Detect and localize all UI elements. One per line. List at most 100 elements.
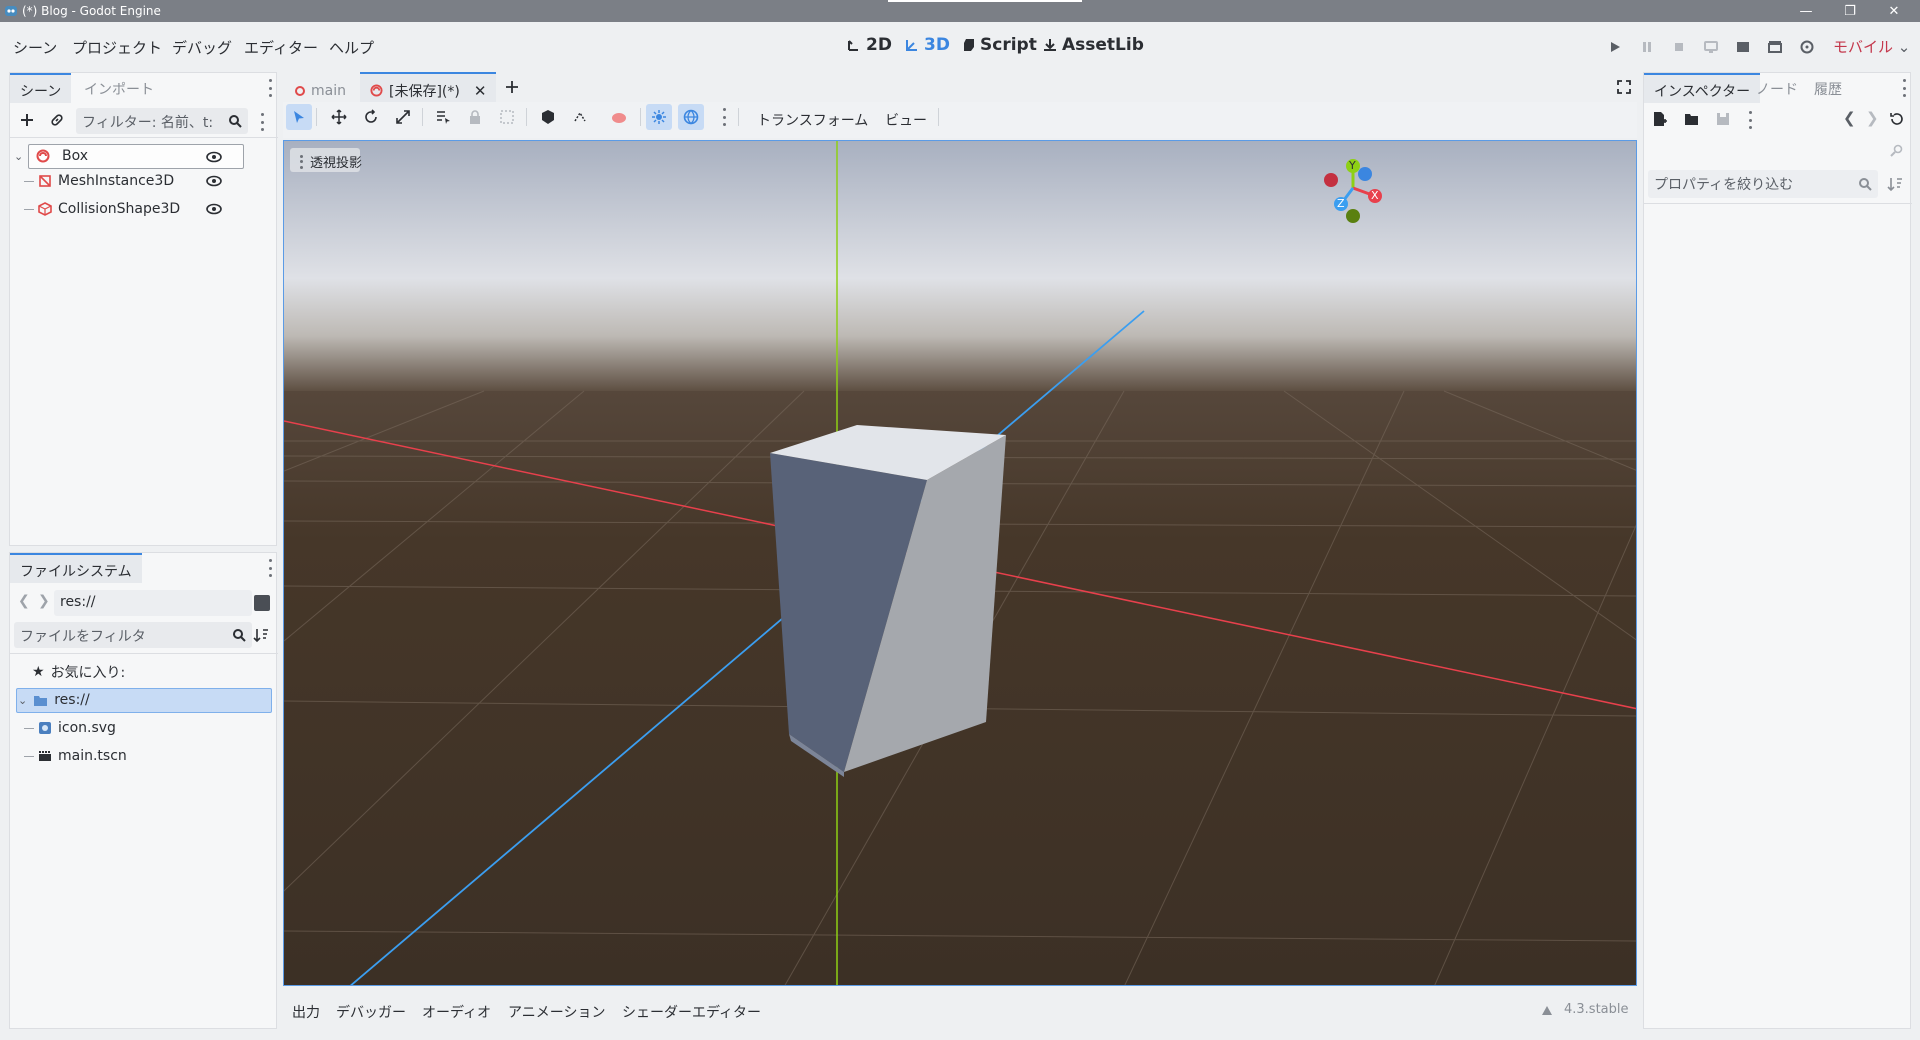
file-filter-input[interactable]: ファイルをフィルタ — [14, 622, 252, 648]
menu-scene[interactable]: シーン — [13, 37, 57, 58]
preview-environment-button[interactable] — [678, 104, 704, 130]
chevron-down-icon[interactable]: ⌄ — [14, 150, 23, 163]
bottom-tab-audio[interactable]: オーディオ — [422, 1002, 491, 1022]
divider — [1644, 203, 1912, 204]
scene-tab-main[interactable]: main — [283, 72, 356, 102]
run-current-scene-button[interactable] — [1733, 37, 1753, 57]
instantiate-scene-button[interactable] — [46, 109, 68, 131]
scene-dock-tabs: シーン インポート — [10, 73, 276, 103]
scene-dock-menu-icon[interactable] — [267, 79, 273, 97]
group-button[interactable] — [494, 104, 520, 130]
box-mesh[interactable] — [770, 425, 1006, 777]
lock-button[interactable] — [462, 104, 488, 130]
resource-options-icon[interactable] — [1747, 111, 1753, 129]
bottom-tab-animation[interactable]: アニメーション — [508, 1002, 605, 1022]
tab-scene[interactable]: シーン — [10, 73, 72, 103]
transform-menu[interactable]: トランスフォーム — [757, 110, 868, 130]
favorites-row[interactable]: ★ お気に入り: — [32, 660, 125, 684]
add-node-button[interactable] — [16, 109, 38, 131]
res-root-row[interactable]: ⌄ res:// — [18, 688, 90, 712]
path-field[interactable]: res:// — [54, 590, 252, 616]
inspector-dock-menu-icon[interactable] — [1901, 79, 1907, 97]
file-row-main-tscn[interactable]: main.tscn — [24, 744, 127, 768]
visibility-eye-icon[interactable] — [206, 175, 222, 187]
object-history-icon[interactable] — [1889, 111, 1905, 127]
select-tool-button[interactable] — [286, 104, 312, 130]
chevron-down-icon[interactable]: ⌄ — [18, 694, 27, 707]
tools-icon[interactable] — [1889, 143, 1905, 159]
play-button[interactable] — [1605, 37, 1625, 57]
workspace-script-button[interactable]: Script — [962, 35, 1037, 55]
pause-button[interactable] — [1637, 37, 1657, 57]
tab-filesystem[interactable]: ファイルシステム — [10, 553, 142, 583]
minimize-button[interactable]: — — [1784, 0, 1828, 22]
bottom-tab-output[interactable]: 出力 — [292, 1002, 320, 1022]
notification-bell-icon[interactable] — [1540, 1004, 1554, 1018]
close-window-button[interactable]: ✕ — [1872, 0, 1916, 22]
maximize-button[interactable]: ❐ — [1828, 0, 1872, 22]
bottom-tab-shader-editor[interactable]: シェーダーエディター — [622, 1002, 761, 1022]
close-icon[interactable]: ✕ — [474, 82, 487, 100]
toggle-split-icon[interactable] — [254, 595, 270, 611]
scale-tool-button[interactable] — [390, 104, 416, 130]
tab-import[interactable]: インポート — [74, 73, 164, 103]
file-main-tscn-label: main.tscn — [58, 748, 127, 764]
window-titlebar: (*) Blog - Godot Engine — ❐ ✕ — [0, 0, 1920, 22]
property-filter-placeholder: プロパティを絞り込む — [1654, 177, 1794, 193]
bottom-panel-bar: 出力 デバッガー オーディオ アニメーション シェーダーエディター 4.3.st… — [283, 990, 1637, 1030]
property-filter-input[interactable]: プロパティを絞り込む — [1648, 170, 1878, 198]
run-custom-scene-button[interactable] — [1765, 37, 1785, 57]
tab-inspector[interactable]: インスペクター — [1644, 73, 1761, 103]
distraction-free-icon[interactable] — [1617, 80, 1631, 94]
menu-editor[interactable]: エディター — [244, 37, 318, 58]
tree-guide-line — [24, 180, 34, 182]
toolbar-separator — [316, 108, 317, 126]
snap-button[interactable] — [567, 104, 593, 130]
environment-options-icon[interactable] — [721, 108, 727, 126]
stop-button[interactable] — [1669, 37, 1689, 57]
filesystem-dock-menu-icon[interactable] — [267, 559, 273, 577]
file-row-icon-svg[interactable]: icon.svg — [24, 716, 116, 740]
preview-sun-button[interactable] — [606, 104, 632, 130]
tab-history[interactable]: 履歴 — [1804, 73, 1852, 103]
new-resource-icon[interactable] — [1652, 111, 1668, 127]
list-select-button[interactable] — [430, 104, 456, 130]
scene-filter-input[interactable]: フィルター: 名前、t: — [76, 108, 248, 134]
history-forward-button[interactable]: ❯ — [1866, 109, 1879, 127]
workspace-assetlib-button[interactable]: AssetLib — [1042, 35, 1144, 55]
workspace-2d-button[interactable]: 2D — [846, 35, 892, 55]
save-icon[interactable] — [1716, 112, 1730, 126]
projection-label-wrap[interactable]: 透視投影 — [298, 152, 362, 171]
scene-tab-unsaved[interactable]: [未保存](*) ✕ — [360, 72, 496, 102]
ruler-button[interactable] — [535, 104, 561, 130]
inspector-sort-icon[interactable] — [1887, 176, 1903, 192]
search-icon — [229, 115, 242, 128]
renderer-select[interactable]: モバイル ⌄ — [1833, 36, 1910, 57]
movie-maker-button[interactable] — [1797, 37, 1817, 57]
menu-project[interactable]: プロジェクト — [72, 37, 162, 58]
history-back-button[interactable]: ❮ — [1843, 109, 1856, 127]
open-folder-icon[interactable] — [1684, 112, 1700, 126]
nav-forward-button[interactable]: ❯ — [38, 593, 50, 609]
menu-help[interactable]: ヘルプ — [329, 37, 374, 58]
collision-icon — [38, 202, 52, 216]
menu-debug[interactable]: デバッグ — [172, 37, 232, 58]
main-menu-bar: シーン プロジェクト デバッグ エディター ヘルプ 2D 3D Script A… — [0, 22, 1920, 72]
bottom-tab-debugger[interactable]: デバッガー — [336, 1002, 406, 1022]
3d-viewport[interactable]: 透視投影 Y X Z — [283, 140, 1637, 986]
remote-debug-button[interactable] — [1701, 37, 1721, 57]
preview-sunlight-button[interactable] — [646, 104, 672, 130]
visibility-eye-icon[interactable] — [206, 203, 222, 215]
workspace-3d-button[interactable]: 3D — [904, 35, 950, 55]
rotate-tool-button[interactable] — [358, 104, 384, 130]
view-menu[interactable]: ビュー — [885, 110, 927, 130]
scene-options-icon[interactable] — [259, 113, 265, 131]
nav-back-button[interactable]: ❮ — [18, 593, 30, 609]
viewport-scene[interactable] — [284, 141, 1637, 986]
projection-menu-icon — [298, 154, 304, 169]
add-scene-tab-icon[interactable] — [505, 80, 519, 94]
sort-icon[interactable] — [253, 627, 269, 643]
move-tool-button[interactable] — [326, 104, 352, 130]
visibility-eye-icon[interactable] — [206, 151, 222, 163]
tab-node[interactable]: ノード — [1746, 73, 1808, 103]
